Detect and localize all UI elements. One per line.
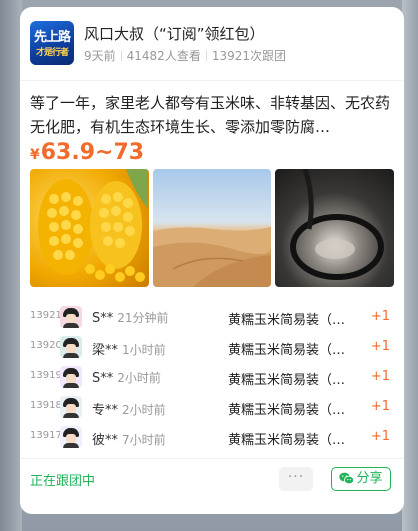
meta-divider	[120, 50, 122, 61]
order-list: 13921 S** 21分钟前 黄糯玉米简易装（… +1 13920 梁** 1小时…	[20, 303, 404, 453]
order-item: 黄糯玉米简易装（…	[228, 403, 346, 418]
order-rank: 13921	[30, 310, 62, 321]
order-rank: 13918	[30, 400, 62, 411]
order-item: 黄糯玉米简易装（…	[228, 433, 346, 448]
group-buy-card[interactable]: 先上路 才是行者 风口大叔（“订阅”领红包） 9天前 41482人查看 13921次…	[20, 7, 404, 514]
view-count: 41482人查看	[126, 49, 201, 63]
order-row[interactable]: 13921 S** 21分钟前 黄糯玉米简易装（… +1	[20, 303, 404, 333]
avatar	[60, 336, 82, 358]
order-rank: 13919	[30, 370, 62, 381]
join-count: 13921次跟团	[211, 49, 287, 63]
share-button[interactable]: 分享	[331, 467, 391, 491]
desert-photo[interactable]	[152, 169, 272, 287]
group-status: 正在跟团中	[30, 474, 96, 489]
currency-symbol: ¥	[30, 147, 40, 163]
meta-divider	[205, 50, 207, 61]
price-range: 63.9~73	[40, 140, 145, 165]
order-rank: 13917	[30, 430, 62, 441]
card-header: 先上路 才是行者 风口大叔（“订阅”领红包） 9天前 41482人查看 13921次…	[30, 21, 394, 71]
avatar	[60, 426, 82, 448]
avatar	[60, 306, 82, 328]
order-item: 黄糯玉米简易装（…	[228, 313, 346, 328]
order-item: 黄糯玉米简易装（…	[228, 343, 346, 358]
avatar	[60, 366, 82, 388]
order-time: 1小时前	[122, 343, 166, 357]
post-meta: 9天前 41482人查看 13921次跟团	[84, 47, 286, 64]
order-row[interactable]: 13920 梁** 1小时前 黄糯玉米简易装（… +1	[20, 333, 404, 363]
order-row[interactable]: 13919 S** 2小时前 黄糯玉米简易装（… +1	[20, 363, 404, 393]
logo-text-sub: 才是行者	[35, 48, 69, 58]
buyer-name: 专** 2小时前	[92, 403, 166, 418]
posted-time: 9天前	[84, 49, 116, 63]
product-images	[30, 169, 395, 287]
order-time: 2小时前	[122, 403, 166, 417]
price: ¥63.9~73	[30, 140, 144, 165]
order-qty: +1	[370, 399, 390, 414]
pot-illustration	[290, 169, 385, 280]
more-button[interactable]: ···	[279, 467, 313, 491]
order-qty: +1	[370, 429, 390, 444]
order-time: 21分钟前	[117, 311, 169, 325]
divider	[20, 458, 404, 459]
share-label: 分享	[356, 471, 383, 486]
order-time: 2小时前	[117, 371, 161, 385]
desert-illustration	[152, 227, 271, 287]
pot-photo[interactable]	[275, 169, 395, 287]
order-qty: +1	[370, 339, 390, 354]
avatar	[60, 396, 82, 418]
order-time: 7小时前	[122, 433, 166, 447]
buyer-name: S** 2小时前	[92, 371, 161, 386]
order-row[interactable]: 13917 彼** 7小时前 黄糯玉米简易装（… +1	[20, 423, 404, 453]
buyer-name: S** 21分钟前	[92, 311, 169, 326]
order-row[interactable]: 13918 专** 2小时前 黄糯玉米简易装（… +1	[20, 393, 404, 423]
shop-logo[interactable]: 先上路 才是行者	[30, 21, 74, 65]
logo-text-main: 先上路	[33, 30, 71, 45]
divider	[20, 80, 404, 81]
order-qty: +1	[370, 369, 390, 384]
buyer-name: 彼** 7小时前	[92, 433, 166, 448]
wechat-icon	[339, 472, 355, 485]
order-rank: 13920	[30, 340, 62, 351]
buyer-name: 梁** 1小时前	[92, 343, 166, 358]
background-edge-right	[402, 0, 418, 531]
background-edge-left	[0, 0, 22, 531]
order-qty: +1	[370, 309, 390, 324]
shop-title[interactable]: 风口大叔（“订阅”领红包）	[84, 23, 265, 44]
corn-photo[interactable]	[30, 169, 149, 287]
order-item: 黄糯玉米简易装（…	[228, 373, 346, 388]
corn-illustration	[38, 169, 148, 282]
product-description[interactable]: 等了一年，家里老人都夸有玉米味、非转基因、无农药无化肥，有机生态环境生长、零添加…	[30, 91, 394, 139]
